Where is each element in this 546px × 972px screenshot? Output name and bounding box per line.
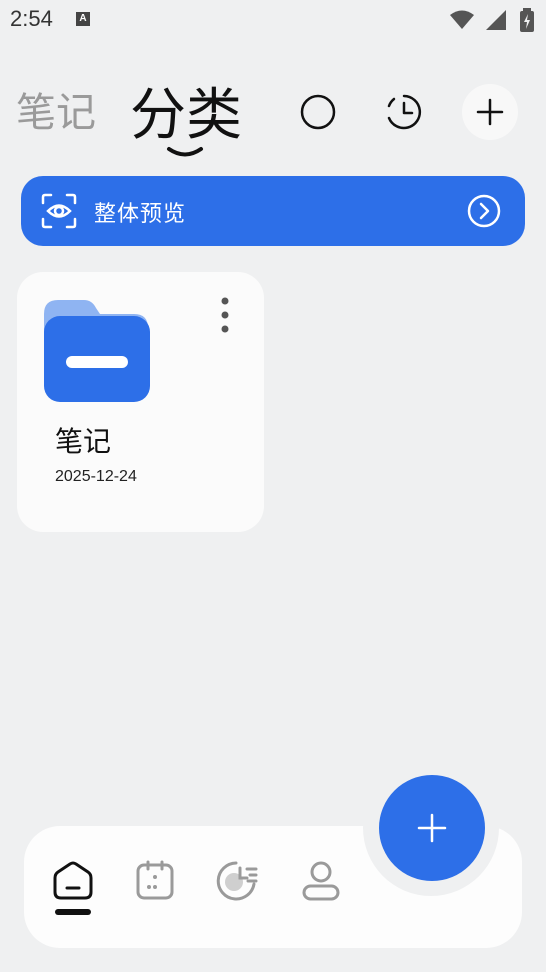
overall-preview-button[interactable]: 整体预览 xyxy=(21,176,525,246)
battery-icon xyxy=(520,8,534,32)
overall-preview-label: 整体预览 xyxy=(94,202,187,227)
status-time: 2:54 xyxy=(10,6,53,31)
add-button[interactable] xyxy=(462,84,518,140)
search-icon xyxy=(300,94,336,130)
wifi-icon xyxy=(450,10,474,29)
calendar-icon[interactable] xyxy=(134,860,176,902)
new-note-fab[interactable] xyxy=(379,775,485,881)
more-options-icon[interactable] xyxy=(219,297,231,333)
plus-icon xyxy=(417,813,447,843)
chevron-right-circle-icon xyxy=(467,194,501,228)
folder-title: 笔记 xyxy=(55,425,112,458)
status-bar: 2:54 A xyxy=(0,0,546,38)
tab-categories[interactable]: 分类 xyxy=(130,70,242,151)
eye-scan-icon xyxy=(41,193,77,229)
tab-notes[interactable]: 笔记 xyxy=(16,80,96,138)
nav-active-indicator xyxy=(55,909,91,915)
header: 笔记 分类 xyxy=(0,60,546,170)
folder-icon xyxy=(44,300,150,402)
tab-active-indicator xyxy=(167,147,203,157)
history-icon xyxy=(387,94,422,130)
profile-icon[interactable] xyxy=(300,860,342,902)
folder-card[interactable]: 笔记 2025-12-24 xyxy=(17,272,264,532)
search-button[interactable] xyxy=(290,84,346,140)
home-icon[interactable] xyxy=(52,860,94,902)
notification-badge: A xyxy=(76,12,90,26)
add-icon xyxy=(476,98,504,126)
history-button[interactable] xyxy=(376,84,432,140)
signal-icon xyxy=(486,10,506,30)
folder-date: 2025-12-24 xyxy=(55,468,137,485)
timeline-icon[interactable] xyxy=(214,860,260,902)
